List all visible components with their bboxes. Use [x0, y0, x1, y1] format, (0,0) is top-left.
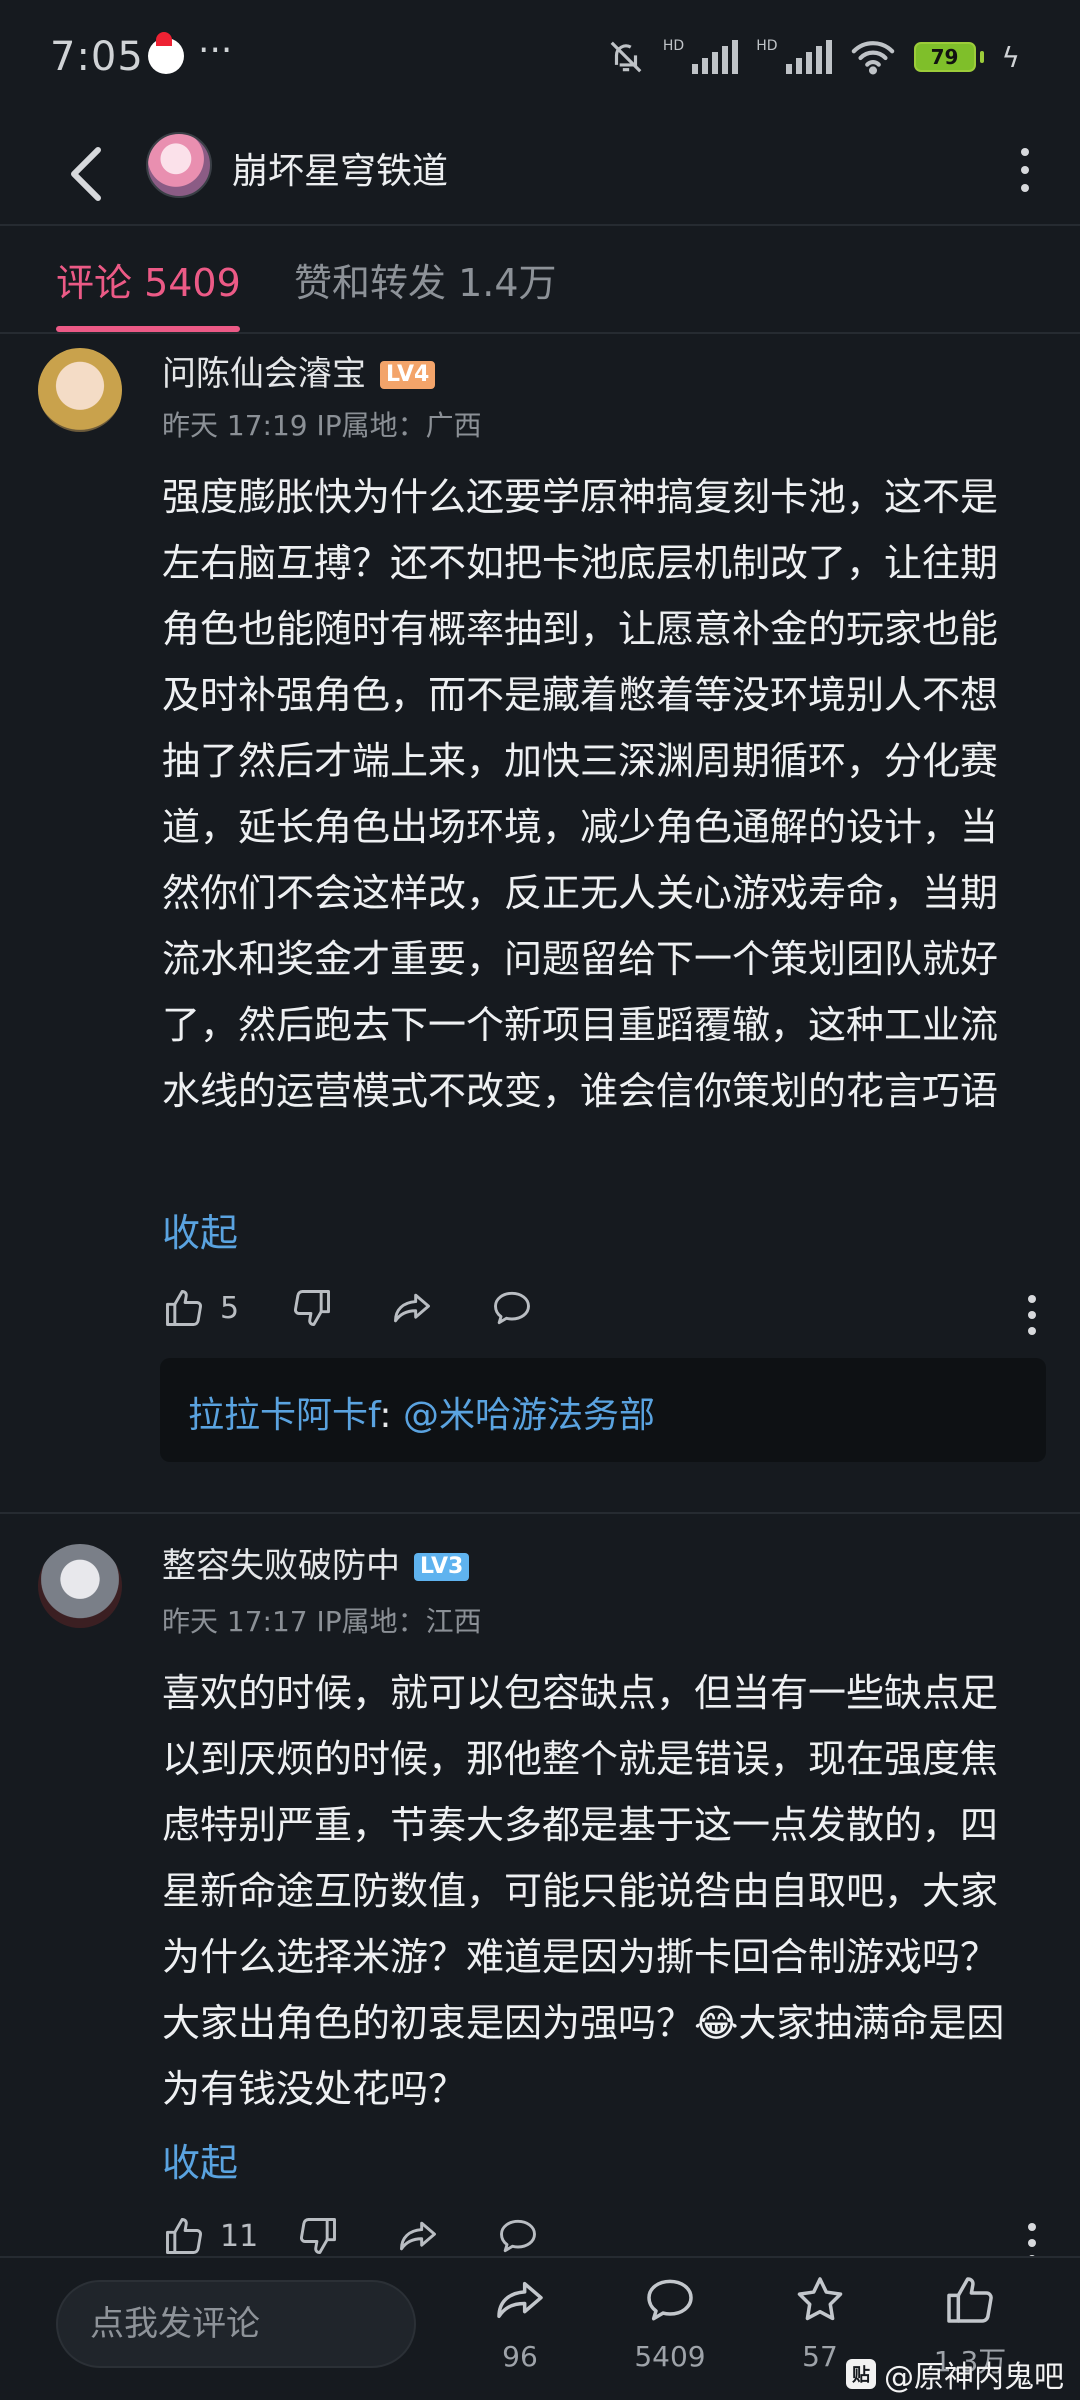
comment-count: 5409	[634, 2340, 706, 2373]
reply-button[interactable]	[490, 1286, 534, 1330]
reply-mention[interactable]: @米哈游法务部	[403, 1395, 655, 1436]
more-notifications-icon: ···	[198, 30, 233, 71]
reply-text: 拉拉卡阿卡f: @米哈游法务部	[188, 1386, 655, 1438]
comment-body[interactable]: 强度膨胀快为什么还要学原神搞复刻卡池，这不是左右脑互搏？还不如把卡池底层机制改了…	[162, 464, 1032, 1124]
reply-colon: :	[379, 1395, 403, 1436]
avatar[interactable]	[38, 1544, 122, 1628]
thumbs-up-icon	[947, 2277, 993, 2323]
comment-input[interactable]: 点我发评论	[56, 2280, 416, 2368]
chevron-left-icon	[71, 147, 101, 201]
star-count: 57	[802, 2340, 838, 2373]
battery-level: 79	[913, 42, 976, 72]
tab-likes-reposts[interactable]: 赞和转发 1.4万	[294, 252, 557, 307]
like-button[interactable]: 5	[162, 1286, 239, 1330]
comment-divider	[0, 1512, 1080, 1514]
comment-username[interactable]: 整容失败破防中 LV3	[162, 1538, 470, 1587]
signal-icon	[692, 40, 739, 74]
collapse-link[interactable]: 收起	[162, 1202, 238, 1257]
back-button[interactable]	[56, 134, 116, 214]
hd-icon-2: HD	[756, 38, 778, 54]
username-text[interactable]: 问陈仙会濬宝	[162, 354, 366, 394]
share-post-button[interactable]: 96	[460, 2272, 580, 2373]
status-icons: HD HD 79 ϟ	[607, 38, 1020, 76]
comment-more-button[interactable]	[1022, 1290, 1042, 1340]
tab-comments[interactable]: 评论 5409	[56, 252, 241, 307]
notification-app-icon	[148, 32, 184, 74]
share-arrow-icon	[400, 2221, 436, 2251]
share-button[interactable]	[390, 1286, 434, 1330]
top-app-bar: 崩坏星穹铁道	[0, 120, 1080, 226]
watermark-text: @原神内鬼吧	[884, 2360, 1064, 2395]
comment-bubble-icon	[647, 2279, 693, 2321]
channel-avatar[interactable]	[146, 132, 212, 198]
username-text[interactable]: 整容失败破防中	[162, 1546, 400, 1586]
star-icon	[797, 2277, 843, 2321]
collapse-link[interactable]: 收起	[162, 2132, 238, 2187]
more-options-button[interactable]	[1000, 130, 1050, 210]
status-time: 7:05	[50, 34, 144, 80]
comment-actions: 5	[162, 1286, 1042, 1346]
page-title[interactable]: 崩坏星穹铁道	[232, 142, 448, 194]
comment-body[interactable]: 喜欢的时候，就可以包容缺点，但当有一些缺点足以到厌烦的时候，那他整个就是错误，现…	[162, 1660, 1032, 2122]
charging-icon: ϟ	[1001, 40, 1020, 74]
thumbs-up-icon	[166, 1290, 202, 1326]
like-count: 11	[220, 2218, 259, 2254]
share-arrow-icon	[497, 2281, 543, 2319]
reply-button[interactable]	[496, 2214, 540, 2258]
thumbs-down-icon	[300, 2218, 336, 2254]
level-badge: LV4	[380, 361, 436, 389]
thumbs-down-icon	[294, 1290, 330, 1326]
reply-username[interactable]: 拉拉卡阿卡f	[188, 1395, 379, 1436]
wifi-icon	[851, 41, 894, 75]
comments-button[interactable]: 5409	[610, 2272, 730, 2373]
signal-icon-2	[785, 40, 832, 74]
dislike-button[interactable]	[296, 2214, 340, 2258]
status-bar: 7:05 ··· HD HD 79 ϟ	[0, 0, 1080, 120]
battery-icon: 79	[913, 42, 984, 72]
share-arrow-icon	[394, 1293, 430, 1323]
comments-page: 7:05 ··· HD HD 79 ϟ 崩坏星穹铁道 评论 5409 赞和转发 …	[0, 0, 1080, 2400]
thumbs-up-icon	[166, 2218, 202, 2254]
tieba-logo-icon: 贴	[846, 2359, 876, 2389]
tabs-divider	[0, 332, 1080, 334]
silent-bell-icon	[610, 41, 642, 73]
comment-username[interactable]: 问陈仙会濬宝 LV4	[162, 346, 436, 395]
comment-bubble-icon	[500, 2219, 536, 2253]
comment-bubble-icon	[494, 1291, 530, 1325]
comment-meta: 昨天 17:19 IP属地：广西	[162, 409, 482, 442]
like-count: 5	[220, 1290, 240, 1326]
hd-icon: HD	[662, 38, 685, 54]
level-badge: LV3	[414, 1553, 470, 1581]
tab-bar: 评论 5409 赞和转发 1.4万	[0, 226, 1080, 334]
dislike-button[interactable]	[290, 1286, 334, 1330]
share-button[interactable]	[396, 2214, 440, 2258]
reply-preview[interactable]: 拉拉卡阿卡f: @米哈游法务部	[160, 1358, 1046, 1462]
like-button[interactable]: 11	[162, 2214, 258, 2258]
comment-meta: 昨天 17:17 IP属地：江西	[162, 1605, 482, 1638]
avatar[interactable]	[38, 348, 122, 432]
share-count: 96	[502, 2340, 538, 2373]
watermark: 贴 @原神内鬼吧	[846, 2352, 1064, 2396]
